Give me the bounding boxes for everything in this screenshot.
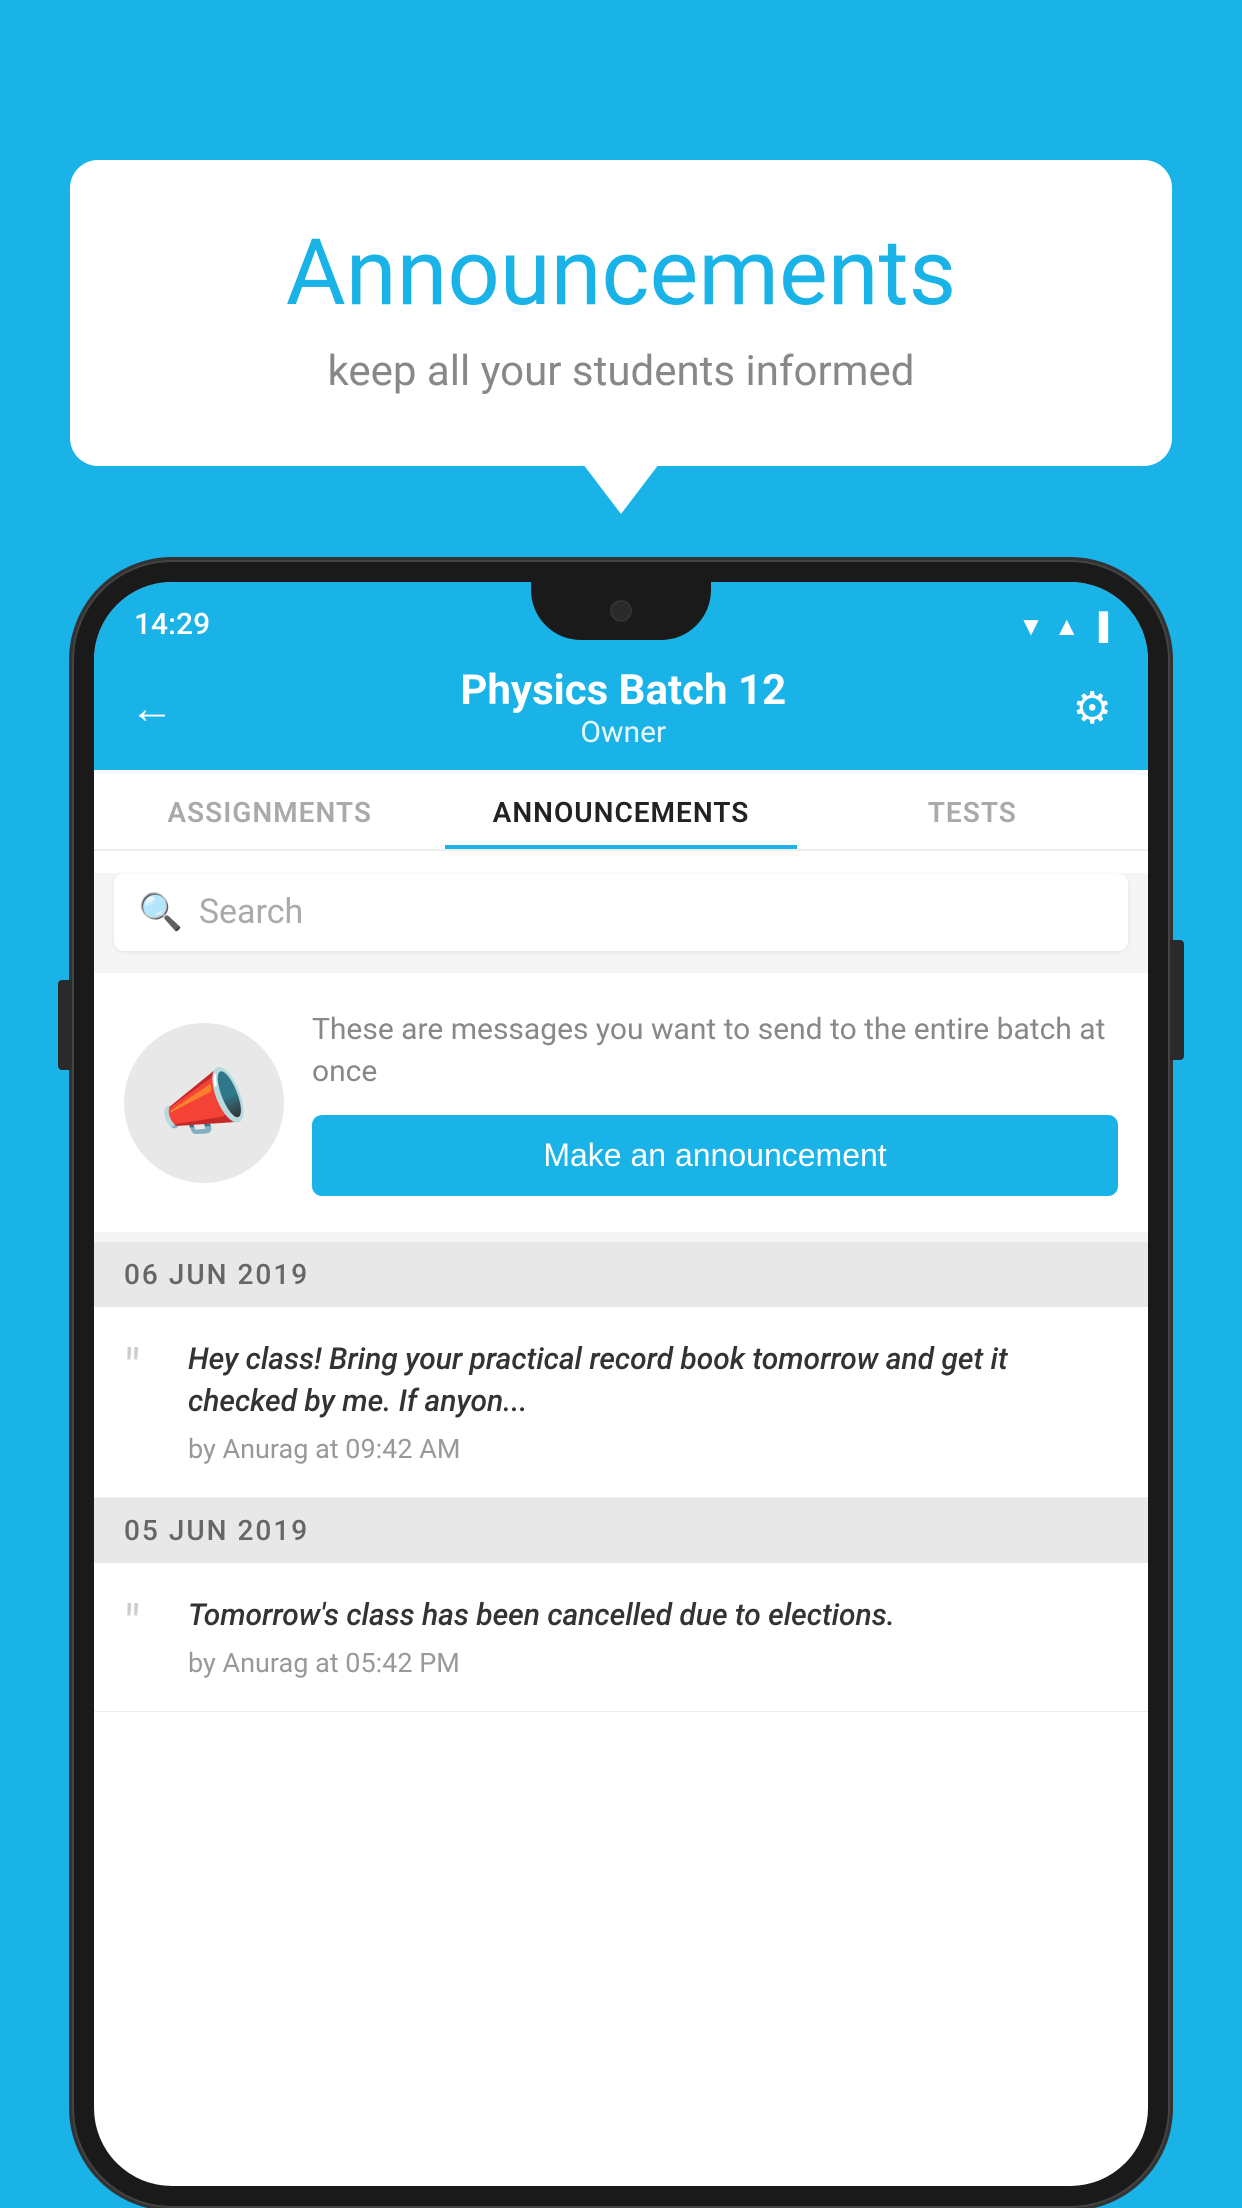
announcement-meta-1: by Anurag at 09:42 AM (188, 1433, 1118, 1465)
promo-description: These are messages you want to send to t… (312, 1009, 1118, 1093)
search-placeholder: Search (199, 892, 303, 932)
megaphone-icon: 📣 (159, 1060, 249, 1145)
phone-outer: 14:29 ▼ ▲ ▐ ← Physics Batch 12 Owner ⚙ (72, 560, 1170, 2208)
date-separator-1: 06 JUN 2019 (94, 1242, 1148, 1307)
tab-announcements[interactable]: ANNOUNCEMENTS (445, 770, 796, 849)
speech-bubble-container: Announcements keep all your students inf… (70, 160, 1172, 466)
tab-assignments[interactable]: ASSIGNMENTS (94, 770, 445, 849)
speech-bubble: Announcements keep all your students inf… (70, 160, 1172, 466)
back-button[interactable]: ← (130, 682, 174, 734)
search-bar[interactable]: 🔍 Search (114, 873, 1128, 951)
signal-icon: ▲ (1054, 611, 1080, 642)
announcement-content-1: Hey class! Bring your practical record b… (188, 1339, 1118, 1465)
promo-right: These are messages you want to send to t… (312, 1009, 1118, 1196)
camera-icon (610, 600, 632, 622)
date-separator-2: 05 JUN 2019 (94, 1498, 1148, 1563)
status-time: 14:29 (134, 607, 210, 642)
promo-card: 📣 These are messages you want to send to… (94, 973, 1148, 1232)
quote-icon-1: " (124, 1343, 164, 1465)
announcement-item-2[interactable]: " Tomorrow's class has been cancelled du… (94, 1563, 1148, 1712)
phone-inner: 14:29 ▼ ▲ ▐ ← Physics Batch 12 Owner ⚙ (94, 582, 1148, 2186)
phone-content: 🔍 Search 📣 These are messages you want t… (94, 873, 1148, 1712)
announcement-meta-2: by Anurag at 05:42 PM (188, 1647, 1118, 1679)
phone-notch (531, 582, 711, 640)
bubble-subtitle: keep all your students informed (150, 347, 1092, 396)
phone-mockup: 14:29 ▼ ▲ ▐ ← Physics Batch 12 Owner ⚙ (72, 560, 1170, 2208)
search-icon: 🔍 (138, 891, 183, 933)
tab-tests[interactable]: TESTS (797, 770, 1148, 849)
status-icons: ▼ ▲ ▐ (1018, 611, 1108, 642)
bubble-title: Announcements (150, 220, 1092, 327)
header-title: Physics Batch 12 (460, 666, 786, 715)
header-subtitle: Owner (460, 715, 786, 750)
announcement-item-1[interactable]: " Hey class! Bring your practical record… (94, 1307, 1148, 1498)
announcement-text-2: Tomorrow's class has been cancelled due … (188, 1595, 1118, 1637)
make-announcement-button[interactable]: Make an announcement (312, 1115, 1118, 1196)
announcement-text-1: Hey class! Bring your practical record b… (188, 1339, 1118, 1423)
header-center: Physics Batch 12 Owner (460, 666, 786, 750)
quote-icon-2: " (124, 1599, 164, 1679)
settings-icon[interactable]: ⚙ (1073, 682, 1112, 734)
tabs-bar: ASSIGNMENTS ANNOUNCEMENTS TESTS (94, 770, 1148, 851)
battery-icon: ▐ (1090, 611, 1108, 642)
wifi-icon: ▼ (1018, 611, 1044, 642)
announcement-content-2: Tomorrow's class has been cancelled due … (188, 1595, 1118, 1679)
app-header: ← Physics Batch 12 Owner ⚙ (94, 650, 1148, 770)
promo-icon-circle: 📣 (124, 1023, 284, 1183)
